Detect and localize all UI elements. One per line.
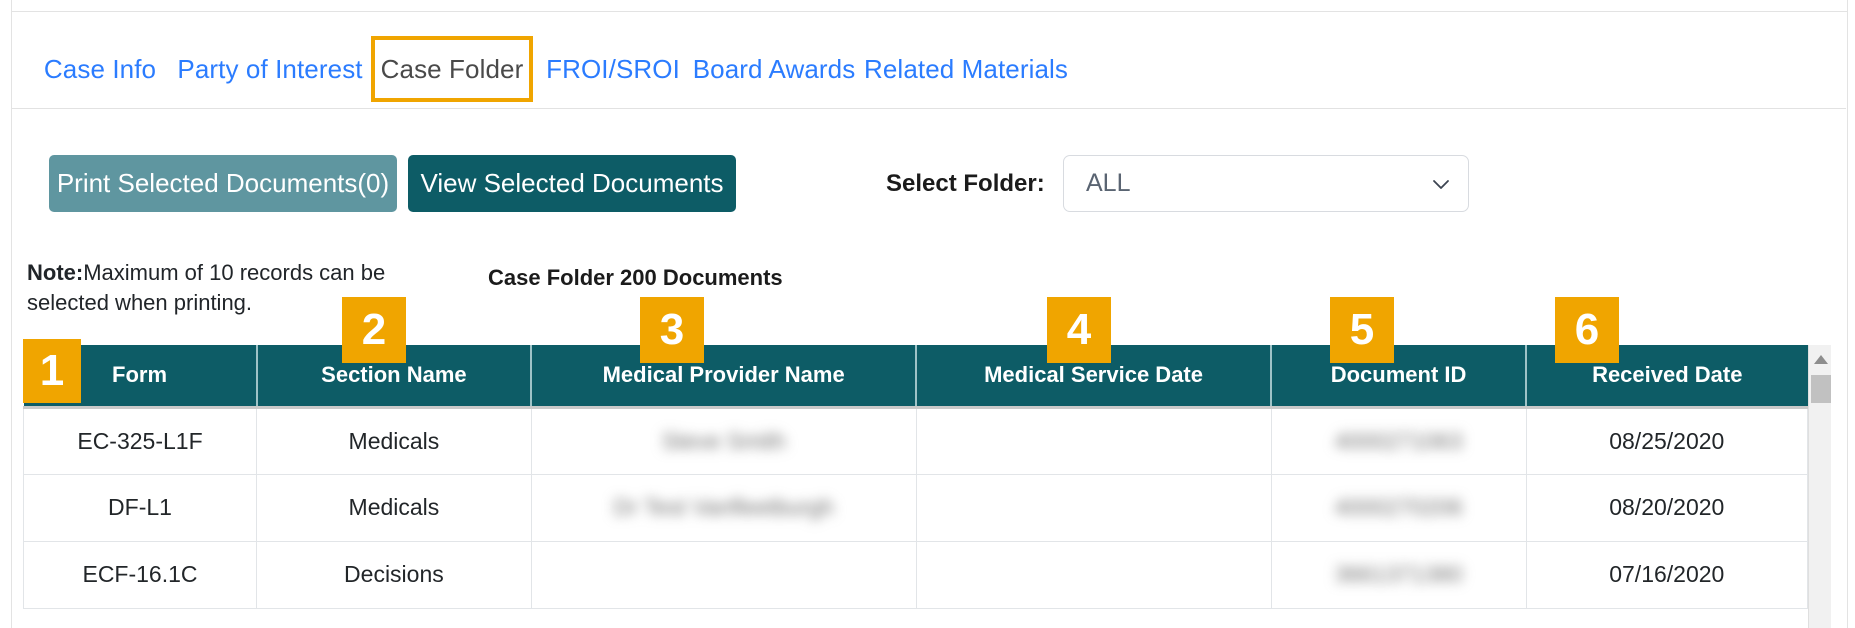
- tab-froi-sroi[interactable]: FROI/SROI: [548, 36, 678, 102]
- tab-board-awards[interactable]: Board Awards: [694, 36, 854, 102]
- cell-medical-service-date: [916, 474, 1271, 541]
- cell-received-date: 08/20/2020: [1526, 474, 1807, 541]
- vertical-scrollbar[interactable]: [1808, 345, 1831, 628]
- redacted-value: 4000270206: [1335, 494, 1463, 521]
- tab-related-materials[interactable]: Related Materials: [871, 36, 1061, 102]
- cell-medical-provider-name: Steve Smith: [531, 407, 916, 474]
- case-folder-page: Case InfoParty of InterestCase FolderFRO…: [0, 0, 1855, 628]
- cell-document-id: 3661371380: [1271, 541, 1526, 608]
- callout-badge-6: 6: [1555, 297, 1619, 363]
- table-body: EC-325-L1FMedicals Steve Smith 4000271063 0…: [24, 407, 1808, 608]
- documents-table-container: FormSection NameMedical Provider NameMed…: [23, 345, 1831, 628]
- scrollbar-thumb[interactable]: [1811, 375, 1831, 403]
- scroll-up-arrow-icon[interactable]: [1814, 355, 1828, 364]
- cell-medical-provider-name: [531, 541, 916, 608]
- select-folder-value: ALL: [1086, 169, 1130, 198]
- redacted-value: 3661371380: [1335, 561, 1463, 588]
- table-header-row: FormSection NameMedical Provider NameMed…: [24, 345, 1808, 407]
- redacted-value: Steve Smith: [662, 428, 786, 455]
- chevron-down-icon: [1432, 176, 1450, 194]
- documents-table: FormSection NameMedical Provider NameMed…: [23, 345, 1808, 609]
- cell-medical-service-date: [916, 407, 1271, 474]
- tab-bar-underline: [12, 108, 1846, 109]
- documents-count-heading: Case Folder 200 Documents: [488, 265, 783, 291]
- tab-party-of-interest[interactable]: Party of Interest: [180, 36, 360, 102]
- callout-badge-4: 4: [1047, 297, 1111, 363]
- cell-medical-provider-name: Dr Test Vanfleetburgh: [531, 474, 916, 541]
- cell-section-name: Decisions: [257, 541, 532, 608]
- cell-section-name: Medicals: [257, 407, 532, 474]
- select-folder-dropdown[interactable]: ALL: [1063, 155, 1469, 212]
- view-selected-documents-button[interactable]: View Selected Documents: [408, 155, 736, 212]
- cell-form: EC-325-L1F: [24, 407, 257, 474]
- cell-form: ECF-16.1C: [24, 541, 257, 608]
- column-header-medical-provider-name[interactable]: Medical Provider Name: [531, 345, 916, 407]
- print-selected-documents-button[interactable]: Print Selected Documents(0): [49, 155, 397, 212]
- column-header-document-id[interactable]: Document ID: [1271, 345, 1526, 407]
- callout-badge-5: 5: [1330, 297, 1394, 363]
- callout-badge-1: 1: [23, 339, 81, 403]
- table-row[interactable]: DF-L1Medicals Dr Test Vanfleetburgh 400027…: [24, 474, 1808, 541]
- redacted-value: 4000271063: [1335, 428, 1463, 455]
- table-row[interactable]: ECF-16.1CDecisions 3661371380 07/16/2020: [24, 541, 1808, 608]
- cell-form: DF-L1: [24, 474, 257, 541]
- tab-case-folder[interactable]: Case Folder: [371, 36, 533, 102]
- note-prefix: Note:: [27, 260, 83, 285]
- cell-received-date: 08/25/2020: [1526, 407, 1807, 474]
- print-limit-note: Note:Maximum of 10 records can be select…: [27, 258, 387, 318]
- cell-document-id: 4000270206: [1271, 474, 1526, 541]
- select-folder-label: Select Folder:: [886, 170, 1045, 198]
- tab-bar: Case InfoParty of InterestCase FolderFRO…: [12, 36, 1847, 102]
- redacted-value: Dr Test Vanfleetburgh: [614, 494, 834, 521]
- frame-top-divider: [11, 11, 1848, 12]
- tab-case-info[interactable]: Case Info: [36, 36, 164, 102]
- cell-document-id: 4000271063: [1271, 407, 1526, 474]
- cell-received-date: 07/16/2020: [1526, 541, 1807, 608]
- cell-section-name: Medicals: [257, 474, 532, 541]
- cell-medical-service-date: [916, 541, 1271, 608]
- callout-badge-3: 3: [640, 297, 704, 363]
- callout-badge-2: 2: [342, 297, 406, 363]
- table-row[interactable]: EC-325-L1FMedicals Steve Smith 4000271063 0…: [24, 407, 1808, 474]
